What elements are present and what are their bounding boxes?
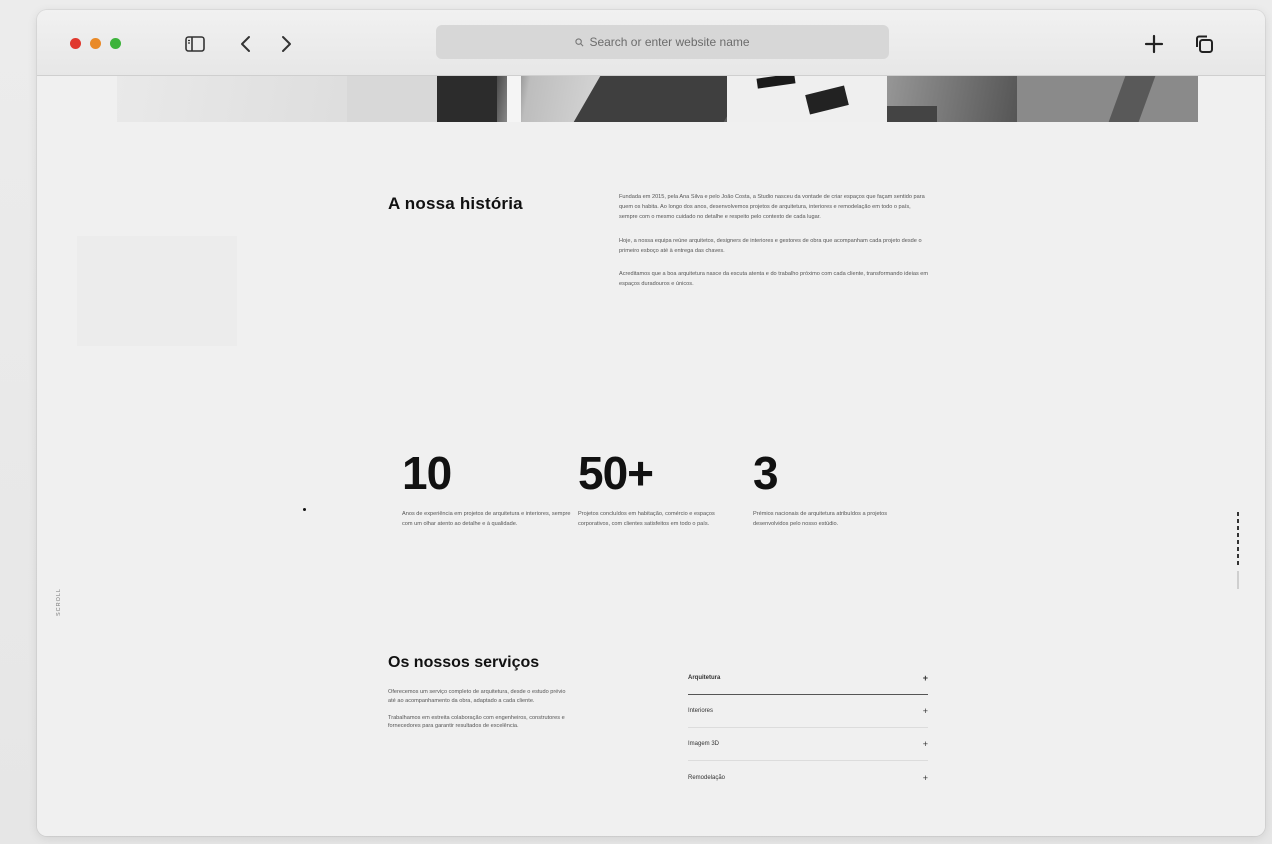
stat-number: 10	[402, 447, 452, 499]
stat-description: Projetos concluídos em habitação, comérc…	[578, 511, 715, 527]
browser-window: Search or enter website name A nossa his…	[37, 10, 1265, 836]
service-item-label: Remodelação	[688, 774, 726, 781]
story-text: Fundada em 2015, pela Ana Silva e pelo J…	[619, 192, 929, 302]
browser-toolbar: Search or enter website name	[37, 10, 1265, 76]
services-paragraph: Trabalhamos em estreita colaboração com …	[388, 714, 565, 730]
new-tab-icon[interactable]	[1141, 32, 1167, 56]
story-paragraph: Hoje, a nossa equipa reúne arquitetos, d…	[619, 237, 922, 254]
stat-block: 3 Prémios nacionais de arquitetura atrib…	[753, 448, 923, 529]
back-icon[interactable]	[233, 32, 259, 56]
minimize-window-button[interactable]	[90, 38, 101, 49]
forward-icon[interactable]	[273, 32, 299, 56]
story-paragraph: Fundada em 2015, pela Ana Silva e pelo J…	[619, 194, 925, 221]
plus-icon: +	[922, 739, 928, 749]
services-paragraph: Oferecemos um serviço completo de arquit…	[388, 689, 566, 704]
stat-number: 3	[753, 447, 779, 499]
story-heading: A nossa história	[388, 194, 523, 213]
service-item-label: Arquitetura	[688, 675, 721, 681]
service-item-label: Interiores	[688, 708, 714, 714]
stat-description: Prémios nacionais de arquitetura atribuí…	[753, 511, 888, 527]
stat-description: Anos de experiência em projetos de arqui…	[402, 511, 571, 527]
sidebar-toggle-icon[interactable]	[182, 32, 208, 56]
service-item-remodelacao[interactable]: Remodelação +	[688, 761, 928, 794]
stat-block: 50+ Projetos concluídos em habitação, co…	[578, 448, 748, 529]
stat-number: 50+	[578, 447, 654, 499]
search-icon	[575, 37, 584, 46]
background-shape	[77, 236, 237, 346]
window-controls	[70, 38, 121, 49]
services-text: Oferecemos um serviço completo de arquit…	[388, 688, 566, 739]
hero-image	[117, 76, 1198, 122]
story-paragraph: Acreditamos que a boa arquitetura nasce …	[619, 271, 929, 288]
service-item-arquitetura[interactable]: Arquitetura +	[688, 662, 928, 695]
service-item-label: Imagem 3D	[688, 741, 720, 747]
stat-block: 10 Anos de experiência em projetos de ar…	[402, 448, 572, 529]
services-heading: Os nossos serviços	[388, 654, 540, 671]
close-window-button[interactable]	[70, 38, 81, 49]
plus-icon: +	[922, 706, 928, 716]
address-bar-placeholder: Search or enter website name	[589, 35, 750, 49]
plus-icon: +	[922, 772, 928, 783]
address-bar[interactable]: Search or enter website name	[436, 25, 889, 59]
service-item-interiores[interactable]: Interiores +	[688, 695, 928, 728]
page-indicator[interactable]	[1237, 512, 1241, 592]
zoom-window-button[interactable]	[110, 38, 121, 49]
page-content: A nossa história Fundada em 2015, pela A…	[37, 76, 1265, 836]
scroll-label: SCROLL	[56, 588, 62, 617]
services-accordion: Arquitetura + Interiores + Imagem 3D + R…	[688, 662, 928, 794]
service-item-imagem-3d[interactable]: Imagem 3D +	[688, 728, 928, 761]
tab-overview-icon[interactable]	[1191, 32, 1217, 56]
plus-icon: +	[922, 673, 928, 683]
decorative-dot	[303, 508, 306, 511]
